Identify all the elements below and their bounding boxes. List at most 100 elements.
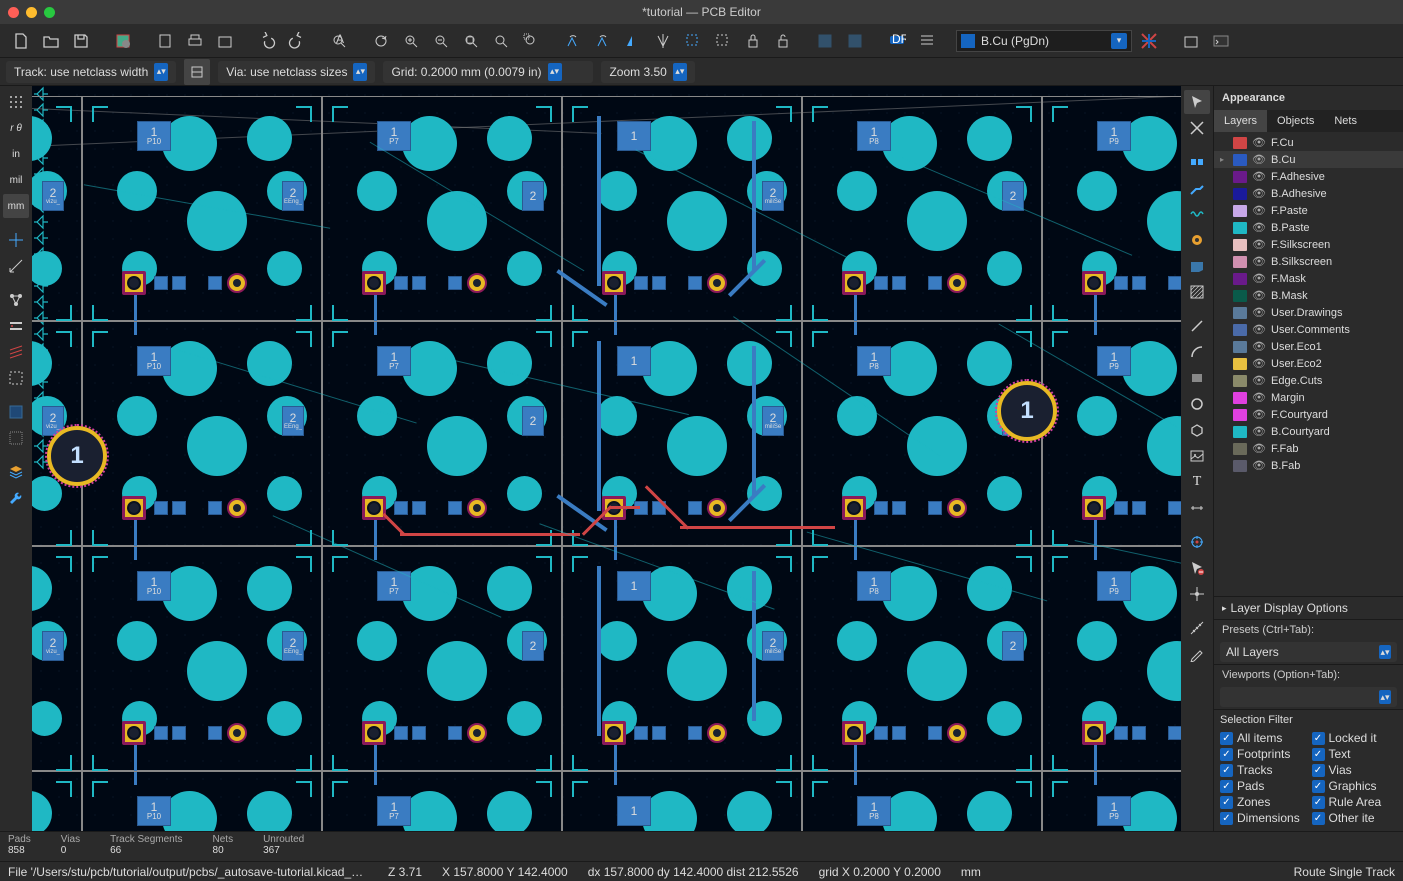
layer-Edge-Cuts[interactable]: 👁Edge.Cuts: [1214, 372, 1403, 389]
maximize-window-icon[interactable]: [44, 7, 55, 18]
filter-pads[interactable]: ✓Pads: [1220, 779, 1306, 793]
lock-icon[interactable]: [740, 28, 766, 54]
console-icon[interactable]: [1208, 28, 1234, 54]
visibility-icon[interactable]: 👁: [1252, 306, 1266, 319]
layer-User-Drawings[interactable]: 👁User.Drawings: [1214, 304, 1403, 321]
layer-swatch-icon[interactable]: [1233, 256, 1247, 268]
visibility-icon[interactable]: 👁: [1252, 408, 1266, 421]
zoom-in-icon[interactable]: [398, 28, 424, 54]
layer-swatch-icon[interactable]: [1233, 307, 1247, 319]
zoom-fit-icon[interactable]: [458, 28, 484, 54]
dim-tool-icon[interactable]: [3, 426, 29, 450]
filter-rule-area[interactable]: ✓Rule Area: [1312, 795, 1398, 809]
layer-swatch-icon[interactable]: [1233, 324, 1247, 336]
mil-tool-icon[interactable]: mil: [3, 168, 29, 192]
visibility-icon[interactable]: 👁: [1252, 374, 1266, 387]
open-file-icon[interactable]: [38, 28, 64, 54]
via-size-selector[interactable]: Via: use netclass sizes▴▾: [218, 61, 375, 83]
layer-swatch-icon[interactable]: [1233, 358, 1247, 370]
layer-F-Paste[interactable]: 👁F.Paste: [1214, 202, 1403, 219]
scripting-icon[interactable]: [1178, 28, 1204, 54]
layers-list[interactable]: 👁F.Cu▸👁B.Cu👁F.Adhesive👁B.Adhesive👁F.Past…: [1214, 132, 1403, 596]
print-icon[interactable]: [182, 28, 208, 54]
layer-B-Adhesive[interactable]: 👁B.Adhesive: [1214, 185, 1403, 202]
tab-nets[interactable]: Nets: [1324, 110, 1367, 132]
minimize-window-icon[interactable]: [26, 7, 37, 18]
layer-swatch-icon[interactable]: [1233, 460, 1247, 472]
via-tool-icon[interactable]: [1184, 228, 1210, 252]
ungroup-icon[interactable]: [710, 28, 736, 54]
layer-B-Cu[interactable]: ▸👁B.Cu: [1214, 151, 1403, 168]
layer-B-Paste[interactable]: 👁B.Paste: [1214, 219, 1403, 236]
layer-swatch-icon[interactable]: [1233, 154, 1247, 166]
layer-swatch-icon[interactable]: [1233, 341, 1247, 353]
tab-objects[interactable]: Objects: [1267, 110, 1324, 132]
zoom-out-icon[interactable]: [428, 28, 454, 54]
visibility-icon[interactable]: 👁: [1252, 323, 1266, 336]
presets-selector[interactable]: All Layers▴▾: [1220, 642, 1397, 662]
new-file-icon[interactable]: [8, 28, 34, 54]
filter-dimensions[interactable]: ✓Dimensions: [1220, 811, 1306, 825]
layer-B-Silkscreen[interactable]: 👁B.Silkscreen: [1214, 253, 1403, 270]
save-file-icon[interactable]: [68, 28, 94, 54]
layer-User-Eco2[interactable]: 👁User.Eco2: [1214, 355, 1403, 372]
x-tool-icon[interactable]: [1184, 116, 1210, 140]
rotate-cw-icon[interactable]: [590, 28, 616, 54]
fill-tool-icon[interactable]: [3, 366, 29, 390]
drc-list-icon[interactable]: [914, 28, 940, 54]
visibility-icon[interactable]: 👁: [1252, 391, 1266, 404]
layer-swatch-icon[interactable]: [1233, 137, 1247, 149]
track-width-selector[interactable]: Track: use netclass width▴▾: [6, 61, 176, 83]
layer-swatch-icon[interactable]: [1233, 443, 1247, 455]
layers-tool-icon[interactable]: [3, 460, 29, 484]
text-tool-icon[interactable]: T: [1184, 470, 1210, 494]
filter-locked-it[interactable]: ✓Locked it: [1312, 731, 1398, 745]
layer-swatch-icon[interactable]: [1233, 392, 1247, 404]
unlock-icon[interactable]: [770, 28, 796, 54]
filter-graphics[interactable]: ✓Graphics: [1312, 779, 1398, 793]
visibility-icon[interactable]: 👁: [1252, 289, 1266, 302]
layer-swatch-icon[interactable]: [1233, 239, 1247, 251]
layer-F-Mask[interactable]: 👁F.Mask: [1214, 270, 1403, 287]
layer-F-Adhesive[interactable]: 👁F.Adhesive: [1214, 168, 1403, 185]
zone-tool-icon[interactable]: [1184, 254, 1210, 278]
layer-swatch-icon[interactable]: [1233, 171, 1247, 183]
visibility-icon[interactable]: 👁: [1252, 153, 1266, 166]
visibility-icon[interactable]: 👁: [1252, 425, 1266, 438]
find-icon[interactable]: A: [326, 28, 352, 54]
route-tool-icon[interactable]: [1184, 176, 1210, 200]
zoom-selector[interactable]: Zoom 3.50▴▾: [601, 61, 694, 83]
visibility-icon[interactable]: 👁: [1252, 340, 1266, 353]
visibility-icon[interactable]: 👁: [1252, 255, 1266, 268]
layer-selector[interactable]: B.Cu (PgDn) ▾: [956, 30, 1132, 52]
filter-zones[interactable]: ✓Zones: [1220, 795, 1306, 809]
board-setup-icon[interactable]: [110, 28, 136, 54]
meas-tool-icon[interactable]: [1184, 616, 1210, 640]
poly-tool-icon[interactable]: [1184, 418, 1210, 442]
pcb-canvas[interactable]: 1P162vizu_1P102EEng_1P7212miliSe1P821P92…: [32, 86, 1181, 831]
layer-swatch-icon[interactable]: [1233, 409, 1247, 421]
visibility-icon[interactable]: 👁: [1252, 136, 1266, 149]
layer-B-Fab[interactable]: 👁B.Fab: [1214, 457, 1403, 474]
arrow-tool-icon[interactable]: [1184, 90, 1210, 114]
undo-icon[interactable]: [254, 28, 280, 54]
layer-F-Cu[interactable]: 👁F.Cu: [1214, 134, 1403, 151]
edit-tool-icon[interactable]: [1184, 642, 1210, 666]
layer-User-Comments[interactable]: 👁User.Comments: [1214, 321, 1403, 338]
wave-tool-icon[interactable]: [1184, 202, 1210, 226]
viewports-selector[interactable]: ▴▾: [1220, 687, 1397, 707]
layer-User-Eco1[interactable]: 👁User.Eco1: [1214, 338, 1403, 355]
circ-tool-icon[interactable]: [1184, 392, 1210, 416]
mirror-v-icon[interactable]: [650, 28, 676, 54]
mm-tool-icon[interactable]: mm: [3, 194, 29, 218]
drc-icon[interactable]: DRC: [884, 28, 910, 54]
redo-icon[interactable]: [284, 28, 310, 54]
footprint-wiz-icon[interactable]: [812, 28, 838, 54]
polar-tool-icon[interactable]: r θ: [3, 116, 29, 140]
layer-swatch-icon[interactable]: [1233, 290, 1247, 302]
layer-F-Fab[interactable]: 👁F.Fab: [1214, 440, 1403, 457]
hatch2-tool-icon[interactable]: [1184, 280, 1210, 304]
close-window-icon[interactable]: [8, 7, 19, 18]
layer-swatch-icon[interactable]: [1233, 188, 1247, 200]
line-tool-icon[interactable]: [1184, 314, 1210, 338]
